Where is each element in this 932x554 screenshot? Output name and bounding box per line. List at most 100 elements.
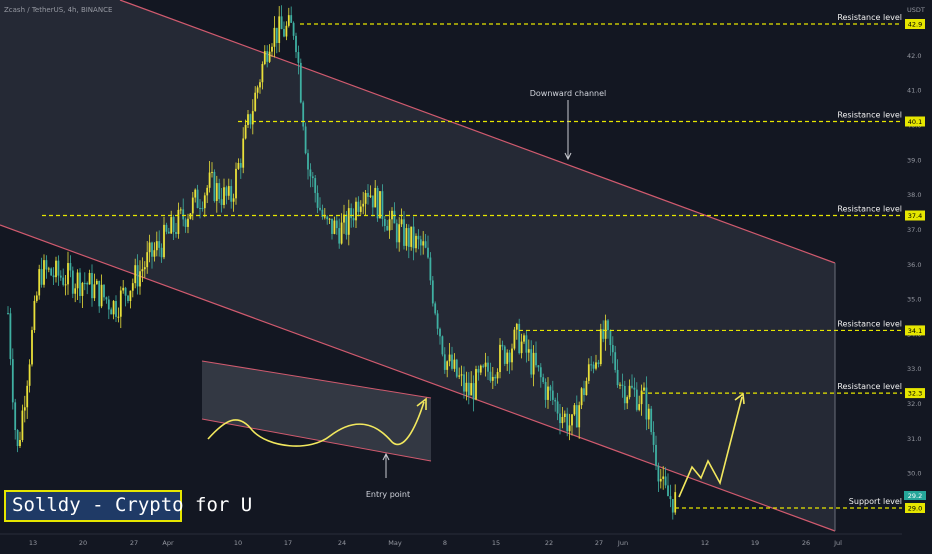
candle-body (244, 124, 247, 139)
candle-body (559, 413, 561, 424)
x-tick-label: 19 (751, 539, 759, 547)
candle-body (251, 111, 254, 125)
candle-body (14, 402, 17, 431)
candle-body (427, 247, 429, 258)
candle-body (412, 226, 415, 249)
candle-body (203, 195, 206, 209)
candle-body (527, 349, 530, 353)
candle-body (139, 271, 141, 287)
candle-body (28, 364, 31, 386)
candle-body (496, 372, 499, 379)
candle-body (530, 349, 533, 375)
candle-body (9, 313, 12, 360)
candle-body (16, 430, 19, 447)
candle-body (345, 214, 348, 235)
candle-body (326, 216, 329, 220)
candle-body (307, 153, 309, 170)
candle-body (95, 280, 98, 285)
candle-body (369, 195, 372, 197)
candle-body (98, 280, 101, 307)
y-tick-label: 42.0 (907, 52, 921, 60)
candle-body (599, 329, 602, 365)
candle-body (482, 365, 485, 367)
candle-body (182, 209, 185, 220)
x-tick-label: 27 (130, 539, 138, 547)
candle-body (302, 102, 305, 127)
candle-body (208, 172, 211, 188)
candle-body (434, 303, 437, 314)
candle-body (379, 191, 381, 219)
candle-body (551, 390, 554, 400)
candle-body (539, 367, 542, 378)
candle-body (645, 387, 648, 420)
candle-body (513, 329, 516, 349)
y-tick-label: 38.0 (907, 191, 921, 199)
candle-body (487, 362, 489, 372)
candle-body (511, 348, 513, 363)
watermark-text: Solldy - Crypto for U (12, 494, 253, 516)
candle-body (59, 275, 62, 278)
candle-body (362, 203, 365, 207)
x-tick-label: 15 (492, 539, 500, 547)
candle-body (69, 263, 72, 271)
channel-label: Downward channel (530, 89, 607, 98)
y-tick-label: 41.0 (907, 87, 921, 95)
candle-body (554, 399, 557, 402)
level-badge-label: 32.3 (908, 390, 922, 398)
candle-body (148, 242, 151, 253)
candle-body (508, 352, 511, 363)
candle-body (26, 385, 29, 408)
candle-body (371, 195, 374, 208)
candle-body (340, 222, 343, 244)
candle-body (227, 186, 230, 196)
y-tick-label: 36.0 (907, 261, 921, 269)
price-unit: USDT (907, 6, 925, 14)
candle-body (544, 382, 547, 400)
candle-body (590, 364, 593, 366)
candle-body (79, 272, 81, 296)
x-tick-label: 26 (802, 539, 810, 547)
candle-body (131, 283, 134, 291)
candle-body (463, 374, 465, 392)
candle-body (662, 476, 665, 479)
candle-body (158, 241, 161, 248)
x-tick-label: 22 (545, 539, 553, 547)
candle-body (117, 316, 120, 318)
candle-body (93, 284, 96, 299)
candle-body (499, 344, 501, 373)
level-label: Resistance level (837, 110, 902, 119)
candle-body (290, 15, 293, 23)
candle-body (542, 377, 545, 383)
candle-body (436, 313, 439, 329)
price-chart[interactable]: Resistance level Resistance level Resistan… (0, 0, 932, 550)
candle-body (165, 224, 168, 232)
candle-body (115, 301, 117, 317)
candle-body (448, 354, 451, 362)
candle-body (592, 364, 595, 369)
candle-body (309, 169, 312, 177)
candle-body (287, 15, 290, 26)
candle-body (415, 235, 417, 249)
candle-body (441, 336, 444, 355)
candle-body (153, 250, 156, 257)
candle-body (587, 364, 590, 381)
candle-body (458, 375, 461, 377)
candle-body (259, 82, 261, 88)
x-tick-label: Apr (162, 539, 174, 547)
candle-body (11, 359, 14, 403)
chart-container[interactable]: Resistance level Resistance level Resistan… (0, 0, 932, 550)
candle-body (633, 387, 636, 390)
candle-body (503, 346, 506, 364)
candle-body (31, 330, 33, 365)
candle-body (191, 197, 194, 214)
x-tick-label: 10 (234, 539, 242, 547)
level-label: Resistance level (837, 13, 902, 22)
candle-body (52, 275, 55, 278)
candle-body (614, 352, 617, 370)
candle-body (607, 320, 609, 331)
candle-body (556, 401, 559, 414)
level-badge-label: 34.1 (908, 327, 922, 335)
time-axis[interactable] (0, 534, 932, 550)
candle-body (443, 354, 446, 370)
candle-body (501, 344, 504, 347)
